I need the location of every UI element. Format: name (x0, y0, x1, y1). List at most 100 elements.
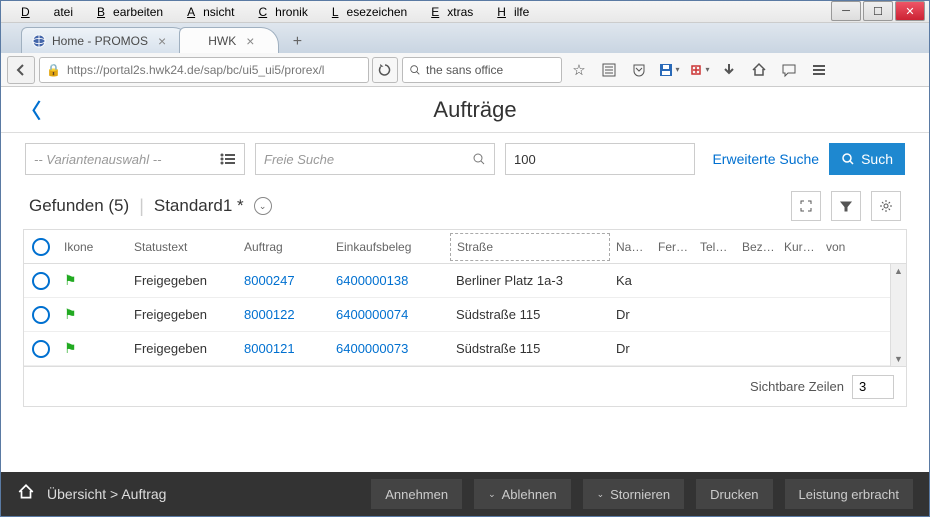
app-back-button[interactable]: 〈 (21, 95, 41, 124)
settings-button[interactable] (871, 191, 901, 221)
annehmen-button[interactable]: Annehmen (371, 479, 462, 509)
window-close[interactable]: ✕ (895, 1, 925, 21)
col-auftrag[interactable]: Auftrag (238, 240, 330, 254)
variant-dropdown[interactable]: ⌄ (254, 197, 272, 215)
results-table: Ikone Statustext Auftrag Einkaufsbeleg S… (23, 229, 907, 407)
count-value: 100 (514, 152, 536, 167)
cell-strasse: Südstraße 115 (450, 307, 610, 322)
menu-datei[interactable]: Datei (5, 3, 81, 21)
scroll-down-icon[interactable]: ▼ (894, 354, 903, 364)
menu-bearbeiten[interactable]: Bearbeiten (81, 3, 171, 21)
table-row[interactable]: ⚑ Freigegeben 8000247 6400000138 Berline… (24, 264, 906, 298)
menu-extras[interactable]: Extras (415, 3, 481, 21)
cell-strasse: Südstraße 115 (450, 341, 610, 356)
col-na[interactable]: Na… (610, 240, 652, 254)
table-row[interactable]: ⚑ Freigegeben 8000121 6400000073 Südstra… (24, 332, 906, 366)
search-button[interactable]: Such (829, 143, 905, 175)
pocket-button[interactable] (626, 57, 652, 83)
window-maximize[interactable]: ☐ (863, 1, 893, 21)
table-row[interactable]: ⚑ Freigegeben 8000122 6400000074 Südstra… (24, 298, 906, 332)
menu-chronik[interactable]: Chronik (242, 3, 315, 21)
footer-home-icon[interactable] (17, 483, 35, 506)
menu-lesezeichen[interactable]: Lesezeichen (316, 3, 415, 21)
cell-na: Ka (610, 273, 652, 288)
col-von[interactable]: von (820, 240, 860, 254)
url-bar[interactable]: 🔒 https://portal2s.hwk24.de/sap/bc/ui5_u… (39, 57, 369, 83)
download-button[interactable] (716, 57, 742, 83)
fullscreen-button[interactable] (791, 191, 821, 221)
col-bez[interactable]: Bez… (736, 240, 778, 254)
browser-tab-1[interactable]: Home - PROMOS × (21, 27, 191, 53)
menu-ansicht[interactable]: Ansicht (171, 3, 242, 21)
ablehnen-button[interactable]: ⌄Ablehnen (474, 479, 571, 509)
new-tab-button[interactable]: + (285, 31, 309, 53)
globe-icon (32, 34, 46, 48)
leistung-button[interactable]: Leistung erbracht (785, 479, 913, 509)
cell-einkauf[interactable]: 6400000073 (330, 341, 450, 356)
count-input[interactable]: 100 (505, 143, 695, 175)
variant-placeholder: -- Variantenauswahl -- (34, 152, 161, 167)
url-text: https://portal2s.hwk24.de/sap/bc/ui5_ui5… (67, 63, 324, 77)
advanced-search-link[interactable]: Erweiterte Suche (712, 151, 819, 167)
col-tel[interactable]: Tel… (694, 240, 736, 254)
scrollbar[interactable]: ▲▼ (890, 264, 906, 366)
lock-icon: 🔒 (46, 63, 61, 77)
col-status[interactable]: Statustext (128, 240, 238, 254)
result-count: Gefunden (5) (29, 196, 129, 216)
chat-button[interactable] (776, 57, 802, 83)
scroll-up-icon[interactable]: ▲ (894, 266, 903, 276)
visible-rows-input[interactable] (852, 375, 894, 399)
cell-na: Dr (610, 341, 652, 356)
free-placeholder: Freie Suche (264, 152, 334, 167)
cell-status: Freigegeben (128, 307, 238, 322)
cell-status: Freigegeben (128, 341, 238, 356)
col-strasse[interactable]: Straße (450, 233, 610, 261)
drucken-button[interactable]: Drucken (696, 479, 772, 509)
tab-close-icon[interactable]: × (158, 33, 166, 49)
reading-list-button[interactable] (596, 57, 622, 83)
reload-button[interactable] (372, 57, 398, 83)
window-minimize[interactable]: ─ (831, 1, 861, 21)
flag-icon: ⚑ (64, 340, 77, 356)
flag-icon: ⚑ (64, 272, 77, 288)
free-search-input[interactable]: Freie Suche (255, 143, 495, 175)
menu-hilfe[interactable]: Hilfe (481, 3, 537, 21)
col-kur[interactable]: Kur… (778, 240, 820, 254)
stornieren-button[interactable]: ⌄Stornieren (583, 479, 685, 509)
home-button[interactable] (746, 57, 772, 83)
tab-label: HWK (208, 34, 236, 48)
browser-tab-2[interactable]: HWK × (179, 27, 279, 53)
cell-auftrag[interactable]: 8000121 (238, 341, 330, 356)
save-button[interactable]: ▾ (656, 57, 682, 83)
nav-back-button[interactable] (7, 56, 35, 84)
hamburger-menu[interactable] (806, 57, 832, 83)
cell-auftrag[interactable]: 8000247 (238, 273, 330, 288)
col-einkauf[interactable]: Einkaufsbeleg (330, 240, 450, 254)
chevron-down-icon: ⌄ (597, 489, 605, 500)
bookmark-star-button[interactable]: ☆ (566, 57, 592, 83)
cell-einkauf[interactable]: 6400000138 (330, 273, 450, 288)
col-fer[interactable]: Fer… (652, 240, 694, 254)
filter-button[interactable] (831, 191, 861, 221)
cell-einkauf[interactable]: 6400000074 (330, 307, 450, 322)
visible-rows-label: Sichtbare Zeilen (750, 379, 844, 394)
col-ikone[interactable]: Ikone (58, 240, 128, 254)
search-engine-text: the sans office (426, 63, 503, 77)
row-radio[interactable] (32, 340, 50, 358)
reload-icon (378, 63, 392, 77)
cell-strasse: Berliner Platz 1a-3 (450, 273, 610, 288)
row-radio[interactable] (32, 306, 50, 324)
row-radio[interactable] (32, 272, 50, 290)
variant-select[interactable]: -- Variantenauswahl -- (25, 143, 245, 175)
search-engine-box[interactable]: the sans office (402, 57, 562, 83)
tab-label: Home - PROMOS (52, 34, 148, 48)
variant-name: Standard1 * (154, 196, 244, 216)
addon-button[interactable]: ▾ (686, 57, 712, 83)
chevron-down-icon: ⌄ (488, 489, 496, 500)
breadcrumb[interactable]: Übersicht > Auftrag (47, 486, 166, 502)
search-icon (409, 64, 421, 76)
select-all-radio[interactable] (32, 238, 50, 256)
tab-close-icon[interactable]: × (246, 33, 254, 49)
cell-auftrag[interactable]: 8000122 (238, 307, 330, 322)
flag-icon: ⚑ (64, 306, 77, 322)
